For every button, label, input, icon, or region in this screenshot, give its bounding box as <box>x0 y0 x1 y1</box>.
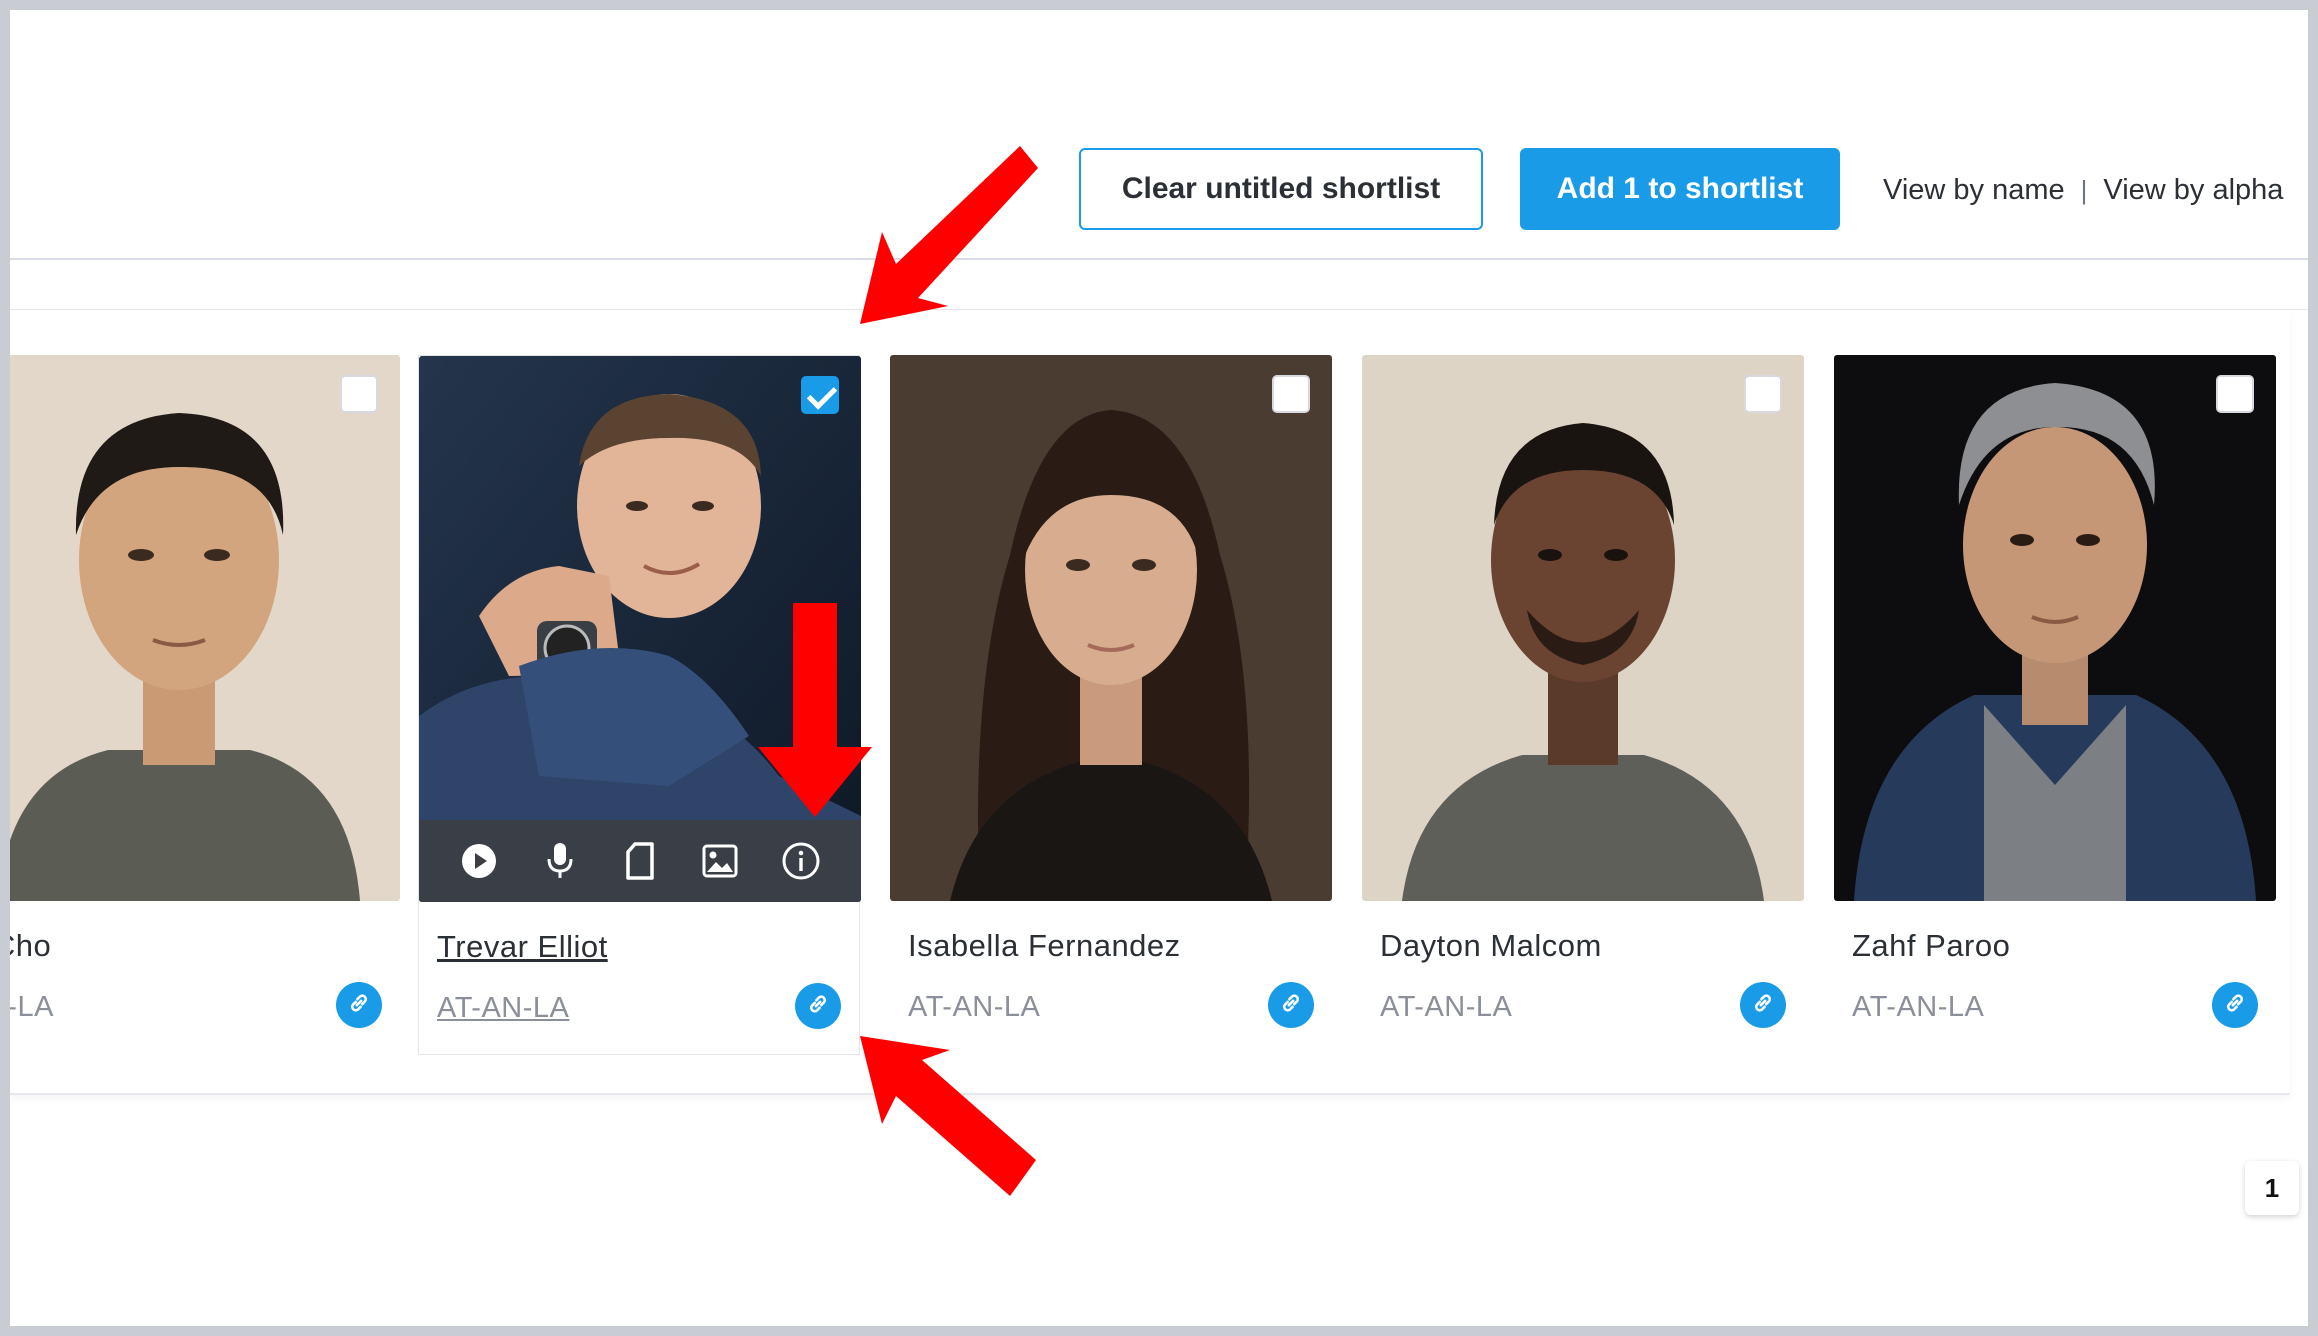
talent-code: AT-AN-LA <box>1380 991 1513 1023</box>
select-checkbox[interactable] <box>2216 375 2254 413</box>
annotation-arrow-icon <box>758 603 872 817</box>
link-icon <box>2222 990 2248 1021</box>
divider <box>10 258 2308 260</box>
view-toggle: View by name | View by alpha <box>1883 170 2283 210</box>
copy-link-button[interactable] <box>336 982 382 1028</box>
add-to-shortlist-button[interactable]: Add 1 to shortlist <box>1520 148 1840 230</box>
talent-card[interactable]: Isabella Fernandez AT-AN-LA <box>890 355 1332 1055</box>
headshot-photo[interactable] <box>1834 355 2276 901</box>
talent-code[interactable]: AT-AN-LA <box>437 992 569 1025</box>
talent-name[interactable]: Zahf Paroo <box>1852 928 2010 964</box>
copy-link-button[interactable] <box>2212 982 2258 1028</box>
image-icon[interactable] <box>697 838 743 884</box>
media-toolbar <box>419 820 861 902</box>
select-checkbox[interactable] <box>1744 375 1782 413</box>
talent-card[interactable]: e Cho AN-LA <box>10 355 400 1055</box>
talent-card[interactable]: Zahf Paroo AT-AN-LA <box>1834 355 2276 1055</box>
link-icon <box>805 991 831 1022</box>
select-checkbox-checked[interactable] <box>801 376 839 414</box>
play-icon[interactable] <box>456 838 502 884</box>
headshot-photo[interactable] <box>890 355 1332 901</box>
clear-shortlist-button[interactable]: Clear untitled shortlist <box>1079 148 1483 230</box>
app-frame: Clear untitled shortlist Add 1 to shortl… <box>10 10 2308 1326</box>
view-by-alpha-link[interactable]: View by alpha <box>2103 174 2283 207</box>
talent-name[interactable]: Dayton Malcom <box>1380 928 1602 964</box>
select-checkbox[interactable] <box>1272 375 1310 413</box>
copy-link-button[interactable] <box>795 983 841 1029</box>
link-icon <box>346 990 372 1021</box>
talent-code: AT-AN-LA <box>1852 991 1985 1023</box>
annotation-arrow-icon <box>860 1036 1036 1196</box>
annotation-arrow-icon <box>860 146 1038 324</box>
copy-link-button[interactable] <box>1740 982 1786 1028</box>
copy-link-button[interactable] <box>1268 982 1314 1028</box>
info-icon[interactable] <box>778 838 824 884</box>
link-icon <box>1278 990 1304 1021</box>
talent-name[interactable]: Trevar Elliot <box>437 929 608 965</box>
headshot-photo[interactable] <box>10 355 400 901</box>
view-separator: | <box>2080 174 2088 205</box>
microphone-icon[interactable] <box>537 838 583 884</box>
select-checkbox[interactable] <box>340 375 378 413</box>
headshot-photo[interactable] <box>1362 355 1804 901</box>
talent-code: AN-LA <box>10 991 54 1023</box>
link-icon <box>1750 990 1776 1021</box>
document-icon[interactable] <box>617 838 663 884</box>
view-by-name-link[interactable]: View by name <box>1883 174 2065 207</box>
pagination-page-button[interactable]: 1 <box>2245 1161 2299 1215</box>
talent-card[interactable]: Dayton Malcom AT-AN-LA <box>1362 355 1804 1055</box>
talent-name[interactable]: e Cho <box>10 928 51 964</box>
talent-name[interactable]: Isabella Fernandez <box>908 928 1181 964</box>
